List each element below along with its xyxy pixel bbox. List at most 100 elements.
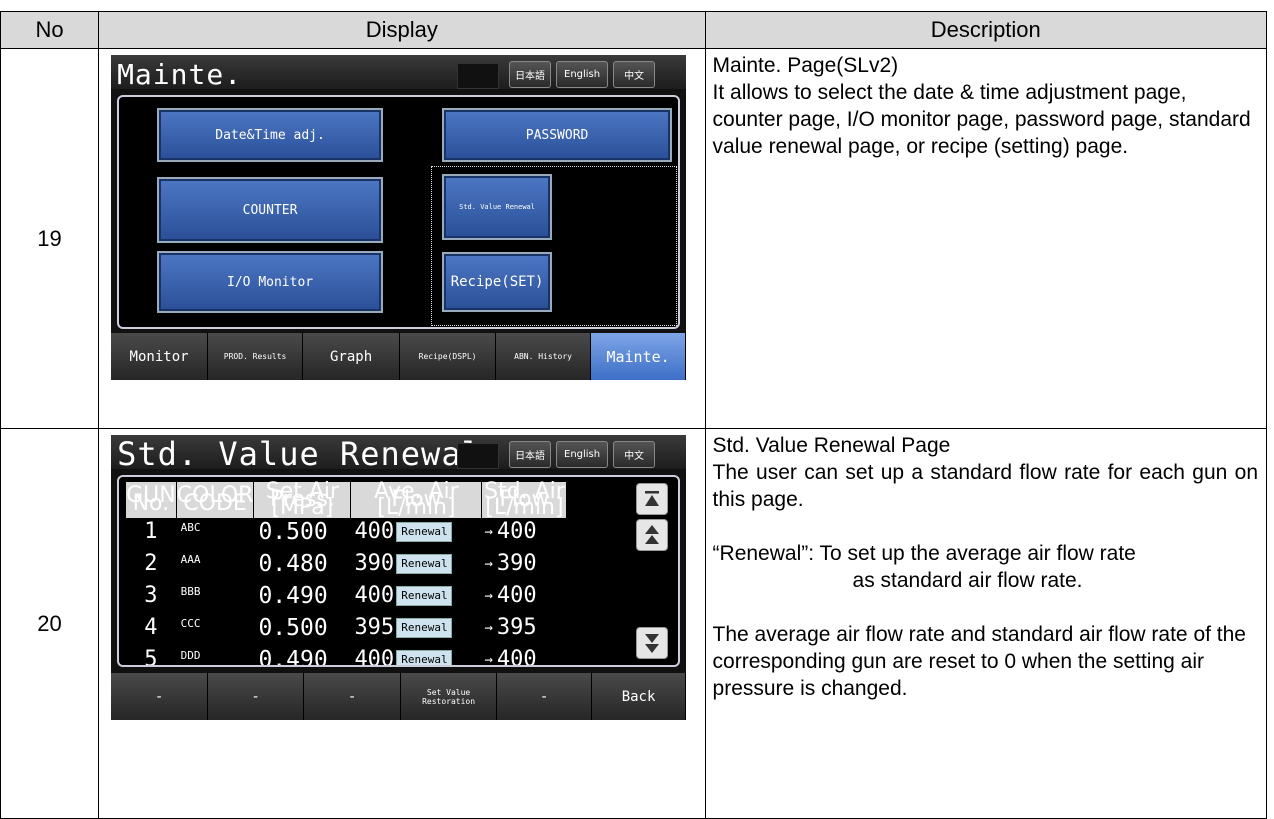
recipe-set-button[interactable]: Recipe(SET) — [442, 252, 553, 312]
desc-renewal-line1: “Renewal”: To set up the average air flo… — [712, 542, 1136, 565]
status-box — [457, 443, 500, 469]
std-value-renewal-screen: Std. Value Renewal 日本語 English 中文 GUN No… — [111, 435, 687, 760]
gun-panel: GUN No. COLOR CODE Set Air Press. [MPa] … — [117, 475, 681, 667]
lang-japanese-button[interactable]: 日本語 — [509, 61, 552, 88]
desc-note: The average air flow rate and standard a… — [712, 623, 1246, 700]
ave-air-flow: 400 — [354, 583, 395, 608]
gun-no: 3 — [125, 582, 177, 615]
header-description: Description — [704, 11, 1268, 49]
table-header-row: No Display Description — [0, 11, 1268, 49]
std-air-flow: 395 — [496, 615, 537, 640]
counter-button[interactable]: COUNTER — [157, 177, 384, 243]
description-cell: Mainte. Page(SLv2) It allows to select t… — [704, 48, 1268, 429]
renewal-button[interactable]: Renewal — [396, 649, 453, 665]
tab-blank-1[interactable]: - — [111, 673, 209, 720]
std-air-flow: 390 — [496, 551, 537, 576]
gun-no: 1 — [125, 518, 177, 551]
tab-blank-3[interactable]: - — [304, 673, 402, 720]
bottom-tab-bar: Monitor PROD. Results Graph Recipe(DSPL)… — [111, 333, 687, 380]
arrow-right-icon: → — [484, 587, 493, 604]
set-air-press: 0.500 — [253, 518, 352, 551]
display-cell: Std. Value Renewal 日本語 English 中文 GUN No… — [98, 428, 706, 819]
gun-row: 1 ABC 0.500 400 Renewal → 400 — [125, 518, 568, 551]
lang-english-button[interactable]: English — [556, 61, 609, 88]
datetime-adj-button[interactable]: Date&Time adj. — [157, 108, 384, 162]
desc-title: Std. Value Renewal Page — [712, 434, 951, 457]
io-monitor-button[interactable]: I/O Monitor — [157, 251, 384, 313]
header-display: Display — [98, 11, 706, 49]
std-air-flow: 400 — [496, 583, 537, 608]
table-row: 20 Std. Value Renewal 日本語 English 中文 GUN… — [0, 428, 1268, 819]
renewal-button[interactable]: Renewal — [396, 553, 453, 574]
tab-monitor[interactable]: Monitor — [111, 333, 209, 380]
mainte-screen: Mainte. 日本語 English 中文 Date&Time adj. PA… — [111, 55, 687, 380]
scroll-down-icon[interactable] — [636, 627, 669, 659]
ave-air-flow: 395 — [354, 615, 395, 640]
header-no: No — [0, 11, 100, 49]
ave-air-flow: 390 — [354, 551, 395, 576]
menu-panel: Date&Time adj. PASSWORD COUNTER Std. Val… — [117, 95, 681, 329]
col-ave-air-flow: Ave. Air Flow [L/min] — [350, 481, 483, 519]
arrow-right-icon: → — [484, 651, 493, 667]
col-set-air-press: Set Air Press. [MPa] — [253, 481, 352, 519]
lang-japanese-button[interactable]: 日本語 — [509, 441, 552, 468]
set-air-press: 0.500 — [253, 614, 352, 647]
std-value-renewal-button[interactable]: Std. Value Renewal — [442, 174, 553, 240]
gun-no: 5 — [125, 646, 177, 665]
gun-table: GUN No. COLOR CODE Set Air Press. [MPa] … — [125, 481, 568, 667]
gun-no: 2 — [125, 550, 177, 583]
row-number: 19 — [0, 48, 100, 429]
bottom-tab-bar: - - - Set Value Restoration - Back — [111, 673, 687, 720]
renewal-button[interactable]: Renewal — [396, 585, 453, 606]
set-air-press: 0.490 — [253, 582, 352, 615]
lang-english-button[interactable]: English — [556, 441, 609, 468]
tab-abn-history[interactable]: ABN. History — [496, 333, 592, 380]
tab-prod-results[interactable]: PROD. Results — [208, 333, 304, 380]
renewal-button[interactable]: Renewal — [396, 617, 453, 638]
color-code: DDD — [175, 646, 255, 665]
tab-mainte[interactable]: Mainte. — [591, 333, 687, 380]
gun-no: 4 — [125, 614, 177, 647]
lang-chinese-button[interactable]: 中文 — [613, 61, 656, 88]
set-value-restoration-button[interactable]: Set Value Restoration — [401, 673, 498, 720]
desc-renewal-line2: as standard air flow rate. — [852, 569, 1083, 592]
lang-chinese-button[interactable]: 中文 — [613, 441, 656, 468]
scroll-up-icon[interactable] — [636, 519, 669, 551]
arrow-right-icon: → — [484, 523, 493, 540]
scroll-top-icon[interactable] — [636, 483, 669, 515]
gun-row: 4 CCC 0.500 395 Renewal → 395 — [125, 614, 568, 647]
tab-blank-5[interactable]: - — [497, 673, 593, 720]
std-air-flow: 400 — [496, 519, 537, 544]
color-code: AAA — [175, 550, 255, 583]
ave-air-flow: 400 — [354, 647, 395, 667]
col-color-code: COLOR CODE — [175, 481, 255, 519]
std-air-flow: 400 — [496, 647, 537, 667]
tab-recipe-dspl[interactable]: Recipe(DSPL) — [400, 333, 497, 380]
manual-table: No Display Description 19 Mainte. 日本語 En… — [0, 11, 1268, 819]
col-std-air-flow: Std. Air Flow [L/min] — [481, 481, 568, 519]
color-code: ABC — [175, 518, 255, 551]
password-button[interactable]: PASSWORD — [442, 108, 673, 162]
set-air-press: 0.480 — [253, 550, 352, 583]
status-box — [457, 63, 500, 89]
screen-title: Mainte. — [117, 58, 243, 91]
color-code: CCC — [175, 614, 255, 647]
renewal-button[interactable]: Renewal — [396, 521, 453, 542]
gun-row: 3 BBB 0.490 400 Renewal → 400 — [125, 582, 568, 615]
desc-body: It allows to select the date & time adju… — [712, 81, 1251, 158]
arrow-right-icon: → — [484, 619, 493, 636]
color-code: BBB — [175, 582, 255, 615]
back-button[interactable]: Back — [592, 673, 687, 720]
desc-line1: The user can set up a standard flow rate… — [712, 461, 1258, 511]
screen-bottom-gap — [111, 720, 687, 760]
tab-blank-2[interactable]: - — [208, 673, 305, 720]
arrow-right-icon: → — [484, 555, 493, 572]
tab-graph[interactable]: Graph — [303, 333, 401, 380]
gun-row: 2 AAA 0.480 390 Renewal → 390 — [125, 550, 568, 583]
ave-air-flow: 400 — [354, 519, 395, 544]
screen-title: Std. Value Renewal — [117, 435, 482, 473]
table-row: 19 Mainte. 日本語 English 中文 Date&Time adj.… — [0, 48, 1268, 429]
set-air-press: 0.490 — [253, 646, 352, 665]
gun-table-header: GUN No. COLOR CODE Set Air Press. [MPa] … — [125, 481, 568, 519]
col-gun-no: GUN No. — [125, 481, 177, 519]
